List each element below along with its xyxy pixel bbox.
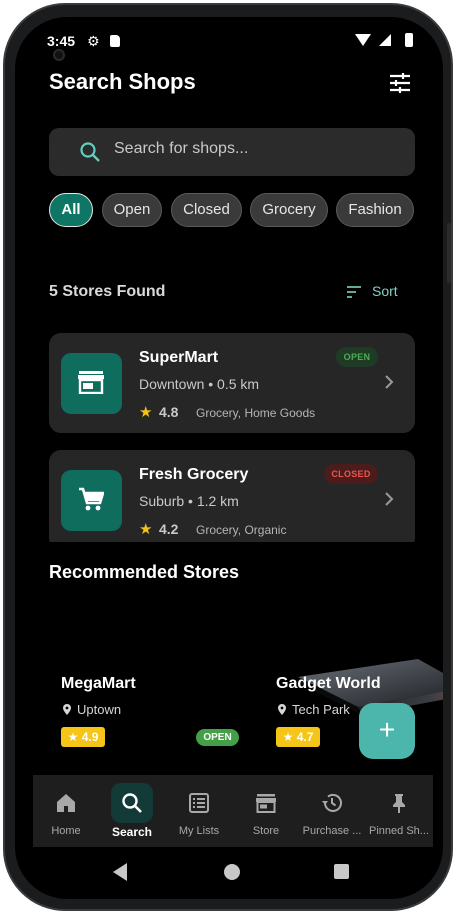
status-badge: OPEN [336, 347, 378, 367]
nav-label: My Lists [178, 825, 220, 837]
filter-sliders-icon[interactable] [389, 73, 411, 93]
shopping-cart-icon [79, 487, 104, 511]
nav-search[interactable]: Search [99, 775, 165, 847]
nav-label: Store [252, 825, 280, 837]
nav-label: Pinned Sh... [369, 825, 429, 837]
search-input[interactable]: Search for shops... [114, 140, 248, 158]
home-icon [57, 794, 75, 812]
chip-open[interactable]: Open [102, 193, 162, 227]
status-bar: 3:45 ⚙ [15, 31, 443, 55]
screen: 3:45 ⚙ Search Shops Search for shops... … [15, 17, 443, 899]
pin-icon [393, 794, 405, 813]
add-fab-button[interactable]: + [359, 703, 415, 759]
recommended-title: Recommended Stores [49, 562, 240, 582]
recommended-name: MegaMart [61, 675, 136, 692]
sort-label: Sort [372, 283, 398, 299]
store-location: Downtown • 0.5 km [139, 376, 260, 392]
sd-card-icon [110, 35, 120, 47]
side-button [447, 223, 451, 283]
nav-label: Home [51, 825, 81, 837]
store-name: Fresh Grocery [139, 466, 249, 483]
home-button-icon[interactable] [224, 864, 240, 880]
battery-icon [405, 33, 413, 47]
open-badge: OPEN [196, 729, 239, 746]
rating-badge: ★ 4.7 [276, 727, 320, 747]
search-icon [80, 142, 100, 162]
store-thumbnail [61, 353, 122, 414]
filter-chips: All Open Closed Grocery Fashion [49, 193, 443, 227]
recommended-card-megamart[interactable]: MegaMart Uptown ★ 4.9 OPEN [49, 607, 249, 767]
bottom-navigation: Home Search My Lists Store Purchase ... … [33, 775, 433, 847]
store-thumbnail [61, 470, 122, 531]
store-card-supermart[interactable]: SuperMart Downtown • 0.5 km ★ 4.8 Grocer… [49, 333, 415, 433]
history-icon [322, 793, 342, 812]
chip-grocery[interactable]: Grocery [250, 193, 328, 227]
location-pin-icon [278, 704, 286, 715]
front-camera [53, 49, 65, 61]
sort-icon [347, 286, 361, 298]
back-icon[interactable] [113, 863, 127, 881]
nav-pinned-shops[interactable]: Pinned Sh... [366, 775, 432, 847]
nav-store[interactable]: Store [233, 775, 299, 847]
signal-icon [379, 34, 391, 46]
nav-label: Purchase ... [302, 825, 362, 837]
location-pin-icon [63, 704, 71, 715]
nav-purchase-history[interactable]: Purchase ... [299, 775, 365, 847]
phone-frame: 3:45 ⚙ Search Shops Search for shops... … [3, 3, 453, 911]
storefront-icon [78, 371, 104, 394]
search-icon [122, 793, 142, 813]
search-bar[interactable]: Search for shops... [49, 128, 415, 176]
store-rating: 4.2 [159, 521, 179, 537]
chevron-right-icon [385, 492, 394, 506]
chip-closed[interactable]: Closed [171, 193, 242, 227]
settings-gear-icon: ⚙ [87, 33, 100, 49]
status-time: 3:45 [47, 33, 76, 49]
store-name: SuperMart [139, 349, 219, 366]
store-card-fresh-grocery[interactable]: Fresh Grocery Suburb • 1.2 km ★ 4.2 Groc… [49, 450, 415, 542]
store-categories: Grocery, Organic [196, 523, 287, 537]
chevron-right-icon [385, 375, 394, 389]
status-badge: CLOSED [324, 464, 378, 484]
chip-all[interactable]: All [49, 193, 93, 227]
nav-home[interactable]: Home [33, 775, 99, 847]
store-location: Suburb • 1.2 km [139, 493, 239, 509]
page-title: Search Shops [49, 69, 196, 94]
system-navigation [15, 847, 443, 897]
nav-my-lists[interactable]: My Lists [166, 775, 232, 847]
list-icon [189, 793, 209, 813]
store-categories: Grocery, Home Goods [196, 406, 316, 420]
store-rating: 4.8 [159, 404, 179, 420]
store-list: SuperMart Downtown • 0.5 km ★ 4.8 Grocer… [49, 333, 415, 542]
recommended-name: Gadget World [276, 675, 381, 692]
star-icon: ★ [139, 404, 153, 421]
star-icon: ★ [139, 521, 153, 538]
rating-badge: ★ 4.9 [61, 727, 105, 747]
wifi-icon [355, 34, 371, 46]
recommended-card-gadget-world[interactable]: Gadget World Tech Park ★ 4.7 [264, 607, 443, 767]
nav-label: Search [111, 825, 153, 839]
recents-icon[interactable] [334, 864, 349, 879]
recommended-location: Uptown [77, 702, 122, 717]
nav-active-indicator [111, 783, 153, 823]
recommended-location: Tech Park [292, 702, 350, 717]
chip-fashion[interactable]: Fashion [336, 193, 414, 227]
store-icon [256, 794, 276, 813]
results-count: 5 Stores Found [49, 283, 166, 300]
